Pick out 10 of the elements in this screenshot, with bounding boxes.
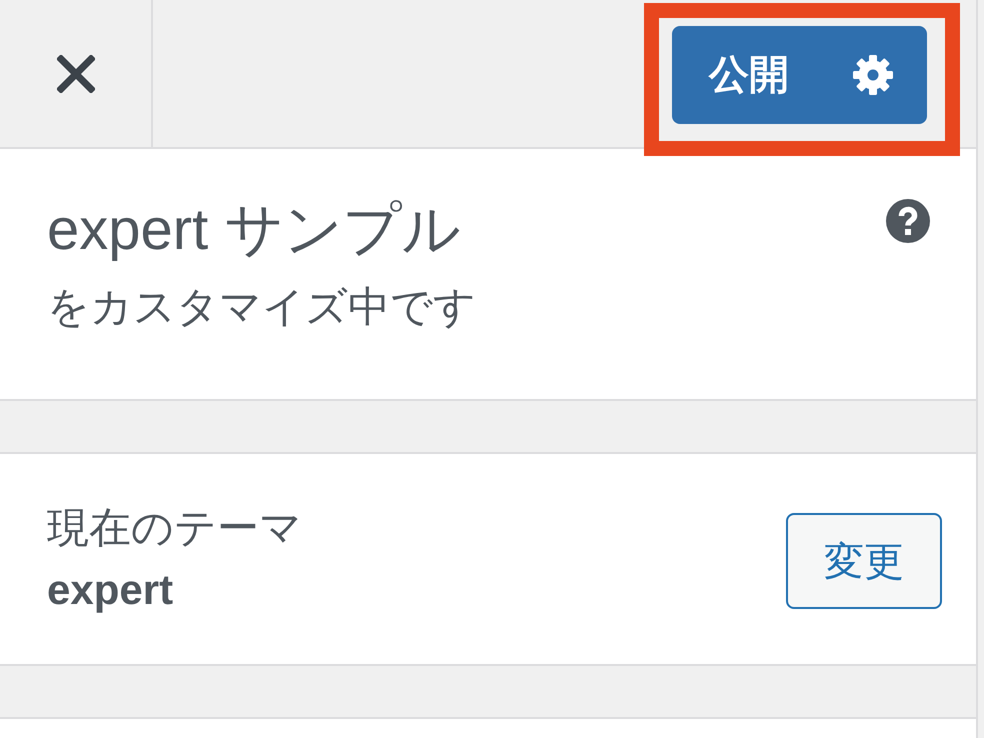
change-theme-button[interactable]: 変更 <box>786 513 942 609</box>
publish-button[interactable]: 公開 <box>672 26 927 124</box>
site-title: expert サンプル <box>47 196 462 264</box>
settings-icon <box>853 55 893 95</box>
help-button[interactable] <box>886 199 930 243</box>
theme-name: expert <box>47 565 174 615</box>
theme-label: 現在のテーマ <box>47 503 302 553</box>
preview-notice: をカスタマイズ中です <box>47 282 476 332</box>
help-icon <box>886 199 930 243</box>
close-icon <box>56 54 94 92</box>
